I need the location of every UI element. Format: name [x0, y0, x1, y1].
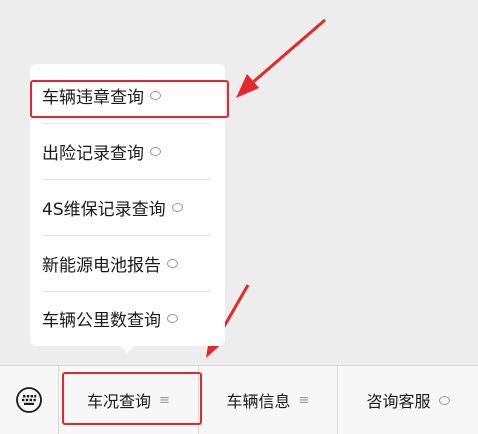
- menu-item-battery-report[interactable]: 新能源电池报告: [42, 236, 211, 292]
- menu-item-label: 车辆公里数查询: [42, 310, 161, 331]
- tab-label: 车辆信息: [226, 392, 291, 411]
- menu-lines-icon: ≡: [298, 392, 310, 408]
- menu-item-label: 新能源电池报告: [42, 256, 161, 276]
- chat-bubble-icon: [171, 203, 183, 212]
- menu-item-accident-query[interactable]: 出险记录查询: [42, 124, 211, 180]
- menu-item-label: 出险记录查询: [42, 144, 144, 164]
- tab-customer-service[interactable]: 咨询客服: [338, 366, 478, 434]
- menu-item-label: 4S维保记录查询: [42, 200, 166, 220]
- keyboard-icon: [16, 387, 42, 413]
- tab-label: 咨询客服: [366, 392, 431, 411]
- highlight-box-menu-item: [30, 80, 229, 118]
- tab-vehicle-info[interactable]: 车辆信息 ≡: [199, 366, 338, 434]
- keyboard-toggle[interactable]: [0, 366, 59, 434]
- chat-bubble-icon: [438, 395, 450, 405]
- chat-bubble-icon: [167, 259, 178, 268]
- arrow-to-menu-item: [251, 18, 326, 85]
- menu-item-4s-maintenance-query[interactable]: 4S维保记录查询: [42, 180, 211, 236]
- menu-item-mileage-query[interactable]: 车辆公里数查询: [42, 290, 211, 346]
- chat-bubble-icon: [150, 147, 161, 156]
- chat-bubble-icon: [167, 313, 178, 323]
- highlight-box-tab: [62, 372, 202, 425]
